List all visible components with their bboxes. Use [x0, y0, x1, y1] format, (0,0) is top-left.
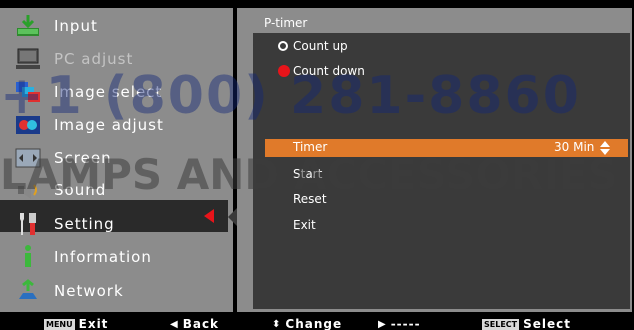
- network-icon: [13, 278, 43, 304]
- menu-label-setting: Setting: [54, 215, 115, 233]
- menu-label-information: Information: [54, 248, 152, 266]
- submenu-title: P-timer: [264, 16, 308, 30]
- guide-exit: MENU Exit: [44, 317, 108, 330]
- guide-back: ◀ Back: [170, 317, 219, 330]
- guide-select-label: Select: [523, 317, 572, 330]
- guide-bar: MENU Exit ◀ Back ⬍ Change ▶ ----- SELECT…: [0, 316, 634, 330]
- selected-item-arrow-icon: [204, 209, 214, 223]
- right-arrow-icon: ▶: [378, 318, 387, 330]
- radio-ring-icon: [278, 41, 288, 51]
- guide-change-label: Change: [285, 317, 343, 330]
- guide-select: SELECT Select: [482, 317, 571, 330]
- select-key-icon: SELECT: [482, 318, 520, 330]
- guide-change: ⬍ Change: [272, 317, 342, 330]
- left-arrow-icon: ◀: [170, 318, 179, 330]
- guide-exit-label: Exit: [78, 317, 109, 330]
- up-down-icon: ⬍: [272, 318, 282, 330]
- submenu-pointer: [253, 38, 261, 52]
- menu-item-information[interactable]: Information: [0, 241, 233, 273]
- guide-next: ▶ -----: [378, 317, 421, 330]
- option-label: Count up: [293, 39, 348, 53]
- menu-label-input: Input: [54, 17, 98, 35]
- watermark-phone: +1 (800) 281-8860: [0, 66, 581, 126]
- panel-pointer: [228, 208, 237, 226]
- menu-item-network[interactable]: Network: [0, 275, 233, 307]
- guide-back-label: Back: [182, 317, 220, 330]
- information-icon: [13, 244, 43, 270]
- watermark-text: LAMPS AND ACCESSORIES: [0, 150, 618, 199]
- menu-item-input[interactable]: Input: [0, 10, 233, 42]
- guide-next-label: -----: [390, 317, 421, 330]
- exit-item[interactable]: Exit: [293, 218, 316, 232]
- option-count-up[interactable]: Count up: [278, 37, 348, 55]
- setting-icon: [13, 211, 43, 237]
- menu-item-setting[interactable]: Setting: [0, 208, 233, 240]
- menu-key-icon: MENU: [44, 318, 75, 330]
- menu-label-network: Network: [54, 282, 124, 300]
- input-icon: [13, 13, 43, 39]
